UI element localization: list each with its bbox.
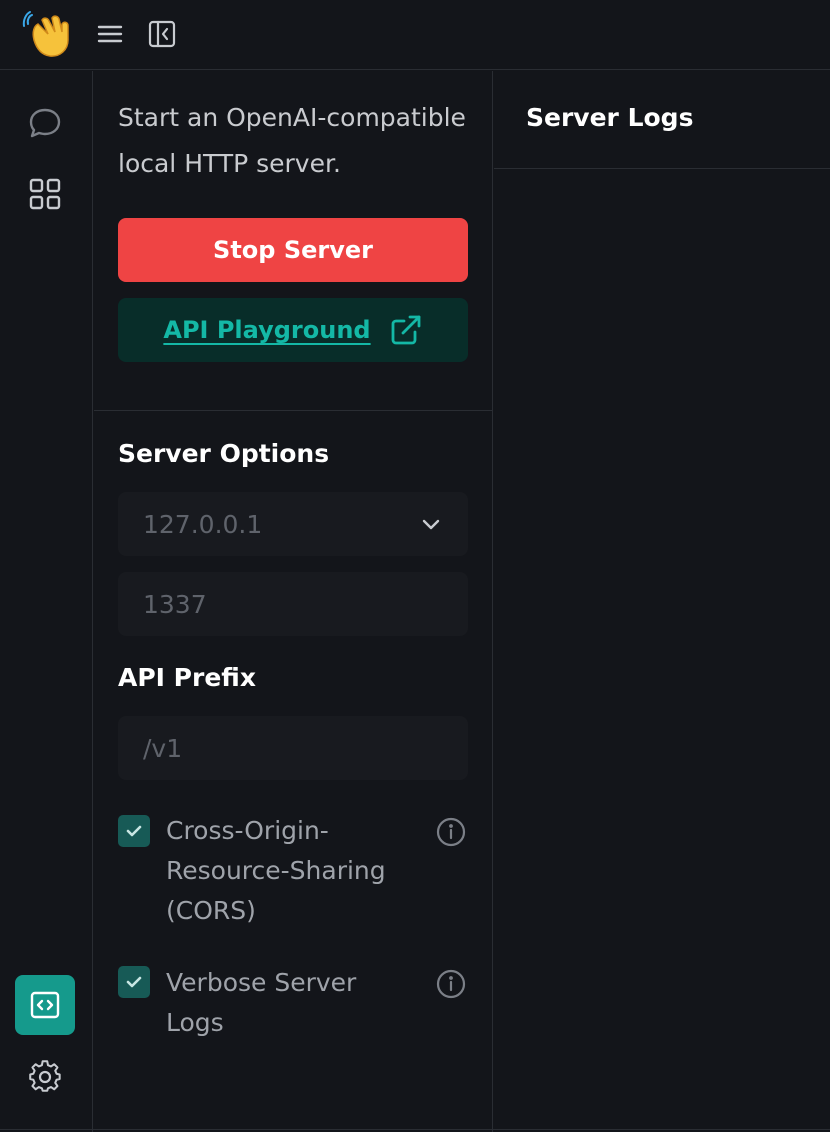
- host-select[interactable]: 127.0.0.1: [118, 492, 468, 556]
- verbose-logs-label: Verbose Server Logs: [166, 968, 357, 1037]
- info-icon[interactable]: [435, 968, 467, 1000]
- port-value: 1337: [143, 589, 207, 619]
- server-logs-header: Server Logs: [494, 71, 830, 169]
- api-prefix-value: /v1: [143, 733, 183, 763]
- server-logs-panel: Server Logs: [494, 71, 830, 1132]
- hamburger-menu-icon[interactable]: [95, 19, 125, 49]
- api-prefix-title: API Prefix: [118, 663, 256, 692]
- api-prefix-input[interactable]: /v1: [118, 716, 468, 780]
- local-api-server-nav[interactable]: [15, 975, 75, 1035]
- stop-server-button[interactable]: Stop Server: [118, 218, 468, 282]
- cors-checkbox[interactable]: [118, 815, 150, 847]
- checkmark-icon: [126, 976, 142, 988]
- checkmark-icon: [126, 825, 142, 837]
- info-icon[interactable]: [435, 816, 467, 848]
- stop-server-label: Stop Server: [213, 236, 373, 264]
- external-link-icon: [391, 315, 421, 345]
- waving-hand-logo-icon: [22, 11, 69, 57]
- server-description: Start an OpenAI-compatible local HTTP se…: [118, 103, 466, 178]
- collapse-sidebar-icon[interactable]: [147, 19, 177, 49]
- chat-bubble-icon[interactable]: [27, 105, 63, 141]
- port-input[interactable]: 1337: [118, 572, 468, 636]
- server-logs-title: Server Logs: [526, 103, 694, 132]
- code-window-icon: [30, 991, 60, 1019]
- top-bar: [0, 0, 830, 70]
- chevron-down-icon: [422, 519, 440, 530]
- grid-apps-icon[interactable]: [27, 176, 63, 212]
- gear-icon[interactable]: [27, 1059, 63, 1095]
- icon-rail: [0, 71, 93, 1132]
- server-options-title: Server Options: [118, 439, 330, 468]
- section-divider: [94, 410, 493, 411]
- host-value: 127.0.0.1: [143, 509, 263, 539]
- api-playground-link[interactable]: API Playground: [118, 298, 468, 362]
- api-playground-label: API Playground: [163, 316, 371, 344]
- bottom-border: [0, 1129, 830, 1130]
- cors-label: Cross-Origin-Resource-Sharing (CORS): [166, 816, 386, 925]
- verbose-logs-checkbox[interactable]: [118, 966, 150, 998]
- server-settings-panel: Start an OpenAI-compatible local HTTP se…: [94, 71, 493, 1132]
